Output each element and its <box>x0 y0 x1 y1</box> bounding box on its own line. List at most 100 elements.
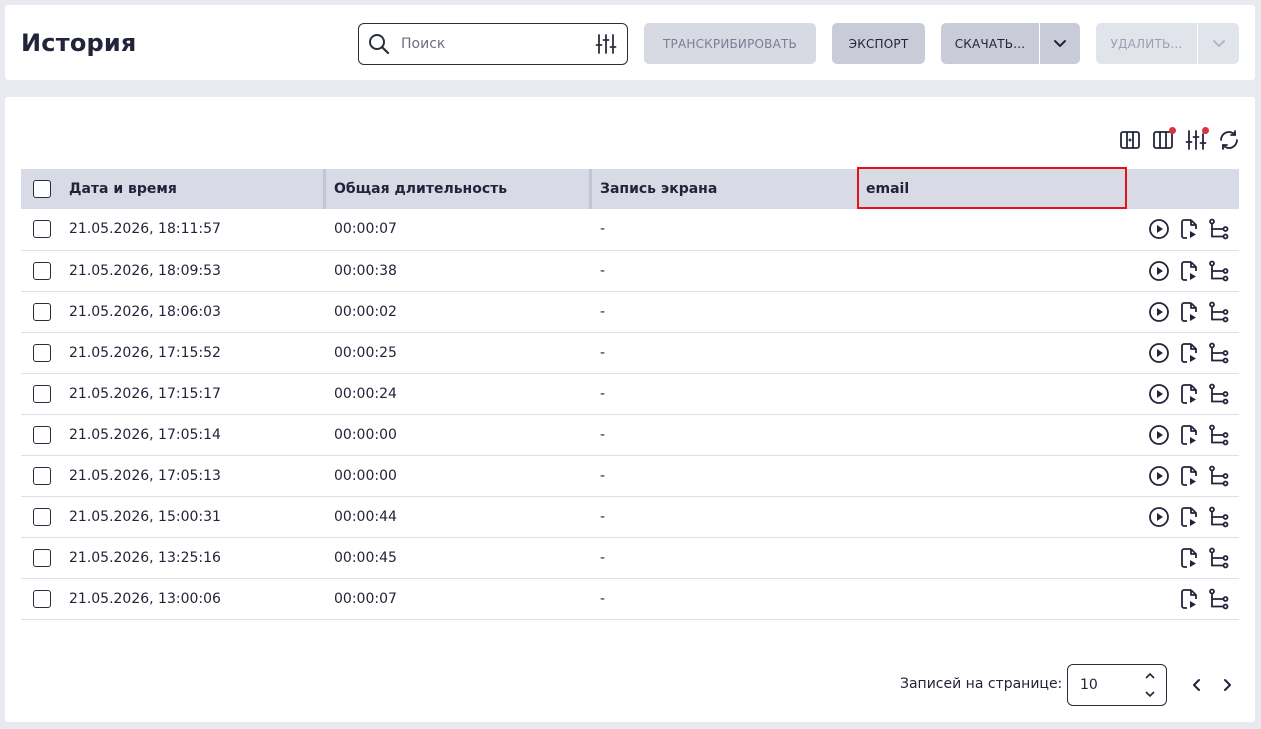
cell-date: 21.05.2026, 18:09:53 <box>69 262 221 279</box>
file-audio-icon[interactable] <box>1177 259 1201 283</box>
column-header-actions <box>1128 169 1239 209</box>
refresh-icon[interactable] <box>1217 128 1241 152</box>
cell-date: 21.05.2026, 17:15:17 <box>69 385 221 402</box>
flow-tree-icon[interactable] <box>1207 505 1231 529</box>
play-icon[interactable] <box>1147 259 1171 283</box>
column-header-duration[interactable]: Общая длительность <box>326 169 592 209</box>
pagination: Записей на странице: 10 <box>5 663 1255 707</box>
columns-icon[interactable] <box>1118 128 1142 152</box>
columns-filter-icon[interactable] <box>1151 127 1176 152</box>
search-box[interactable] <box>358 23 628 65</box>
next-page-button[interactable] <box>1215 673 1239 697</box>
cell-screen-recording: - <box>600 221 606 238</box>
row-actions <box>1128 209 1239 250</box>
row-checkbox[interactable] <box>33 261 51 280</box>
file-audio-icon[interactable] <box>1177 587 1201 611</box>
row-checkbox[interactable] <box>33 466 51 485</box>
play-icon[interactable] <box>1147 341 1171 365</box>
row-checkbox-cell <box>21 332 61 373</box>
file-audio-icon[interactable] <box>1177 217 1201 241</box>
file-audio-icon[interactable] <box>1177 382 1201 406</box>
download-dropdown-button[interactable] <box>1040 23 1080 64</box>
filter-settings-icon[interactable] <box>1184 127 1209 152</box>
delete-button[interactable]: УДАЛИТЬ... <box>1096 23 1197 64</box>
rows-per-page-select[interactable]: 10 <box>1067 664 1167 706</box>
flow-tree-icon[interactable] <box>1207 382 1231 406</box>
play-icon[interactable] <box>1147 505 1171 529</box>
table-row[interactable]: 21.05.2026, 17:15:17 00:00:24 - <box>21 373 1239 414</box>
row-checkbox[interactable] <box>33 220 51 239</box>
search-input[interactable] <box>401 34 581 54</box>
cell-email <box>858 496 1128 537</box>
delete-dropdown-button[interactable] <box>1198 23 1239 64</box>
file-audio-icon[interactable] <box>1177 505 1201 529</box>
cell-duration: 00:00:07 <box>334 590 397 607</box>
filter-sliders-icon[interactable] <box>595 33 617 59</box>
flow-tree-icon[interactable] <box>1207 300 1231 324</box>
transcribe-button[interactable]: ТРАНСКРИБИРОВАТЬ <box>644 23 816 64</box>
table-row[interactable]: 21.05.2026, 13:00:06 00:00:07 - <box>21 578 1239 619</box>
flow-tree-icon[interactable] <box>1207 546 1231 570</box>
cell-date: 21.05.2026, 17:05:14 <box>69 426 221 443</box>
history-table: Дата и время Общая длительность Запись э… <box>21 169 1239 620</box>
table-row[interactable]: 21.05.2026, 17:05:14 00:00:00 - <box>21 414 1239 455</box>
flow-tree-icon[interactable] <box>1207 341 1231 365</box>
column-header-email[interactable]: email <box>858 169 1128 209</box>
row-checkbox[interactable] <box>33 589 51 608</box>
row-actions <box>1128 332 1239 373</box>
column-header-screen-recording[interactable]: Запись экрана <box>592 169 858 209</box>
play-icon[interactable] <box>1147 217 1171 241</box>
flow-tree-icon[interactable] <box>1207 217 1231 241</box>
play-icon[interactable] <box>1147 423 1171 447</box>
cell-email <box>858 537 1128 578</box>
play-icon[interactable] <box>1147 464 1171 488</box>
cell-date: 21.05.2026, 13:25:16 <box>69 549 221 566</box>
row-checkbox[interactable] <box>33 507 51 526</box>
flow-tree-icon[interactable] <box>1207 423 1231 447</box>
row-checkbox[interactable] <box>33 384 51 403</box>
file-audio-icon[interactable] <box>1177 341 1201 365</box>
prev-page-button[interactable] <box>1185 673 1209 697</box>
flow-tree-icon[interactable] <box>1207 464 1231 488</box>
export-button[interactable]: ЭКСПОРТ <box>832 23 925 64</box>
cell-email <box>858 414 1128 455</box>
stepper-arrows-icon[interactable] <box>1144 669 1156 705</box>
row-checkbox-cell <box>21 373 61 414</box>
cell-date: 21.05.2026, 17:05:13 <box>69 467 221 484</box>
cell-date: 21.05.2026, 18:11:57 <box>69 221 221 238</box>
file-audio-icon[interactable] <box>1177 546 1201 570</box>
cell-screen-recording: - <box>600 508 606 525</box>
indicator-dot <box>1202 127 1209 134</box>
file-audio-icon[interactable] <box>1177 423 1201 447</box>
row-checkbox[interactable] <box>33 343 51 362</box>
table-row[interactable]: 21.05.2026, 17:05:13 00:00:00 - <box>21 455 1239 496</box>
play-icon[interactable] <box>1147 382 1171 406</box>
page-title: История <box>21 29 137 57</box>
cell-duration: 00:00:44 <box>334 508 397 525</box>
table-row[interactable]: 21.05.2026, 15:00:31 00:00:44 - <box>21 496 1239 537</box>
table-row[interactable]: 21.05.2026, 17:15:52 00:00:25 - <box>21 332 1239 373</box>
play-icon[interactable] <box>1147 300 1171 324</box>
flow-tree-icon[interactable] <box>1207 259 1231 283</box>
download-button[interactable]: СКАЧАТЬ... <box>941 23 1039 64</box>
cell-email <box>858 455 1128 496</box>
column-header-date[interactable]: Дата и время <box>61 169 326 209</box>
cell-email <box>858 373 1128 414</box>
table-row[interactable]: 21.05.2026, 18:11:57 00:00:07 - <box>21 209 1239 250</box>
page-header: История ТРАНСКРИБИРОВАТЬ ЭКСПОРТ СКАЧАТЬ… <box>5 5 1255 80</box>
row-checkbox[interactable] <box>33 425 51 444</box>
rows-per-page-label: Записей на странице: <box>900 676 1063 692</box>
select-all-cell <box>21 169 61 209</box>
file-audio-icon[interactable] <box>1177 300 1201 324</box>
file-audio-icon[interactable] <box>1177 464 1201 488</box>
flow-tree-icon[interactable] <box>1207 587 1231 611</box>
row-checkbox[interactable] <box>33 302 51 321</box>
table-row[interactable]: 21.05.2026, 18:06:03 00:00:02 - <box>21 291 1239 332</box>
row-checkbox-cell <box>21 414 61 455</box>
table-row[interactable]: 21.05.2026, 18:09:53 00:00:38 - <box>21 250 1239 291</box>
row-checkbox[interactable] <box>33 548 51 567</box>
select-all-checkbox[interactable] <box>33 180 51 198</box>
table-header-row: Дата и время Общая длительность Запись э… <box>21 169 1239 209</box>
table-row[interactable]: 21.05.2026, 13:25:16 00:00:45 - <box>21 537 1239 578</box>
cell-date: 21.05.2026, 18:06:03 <box>69 303 221 320</box>
